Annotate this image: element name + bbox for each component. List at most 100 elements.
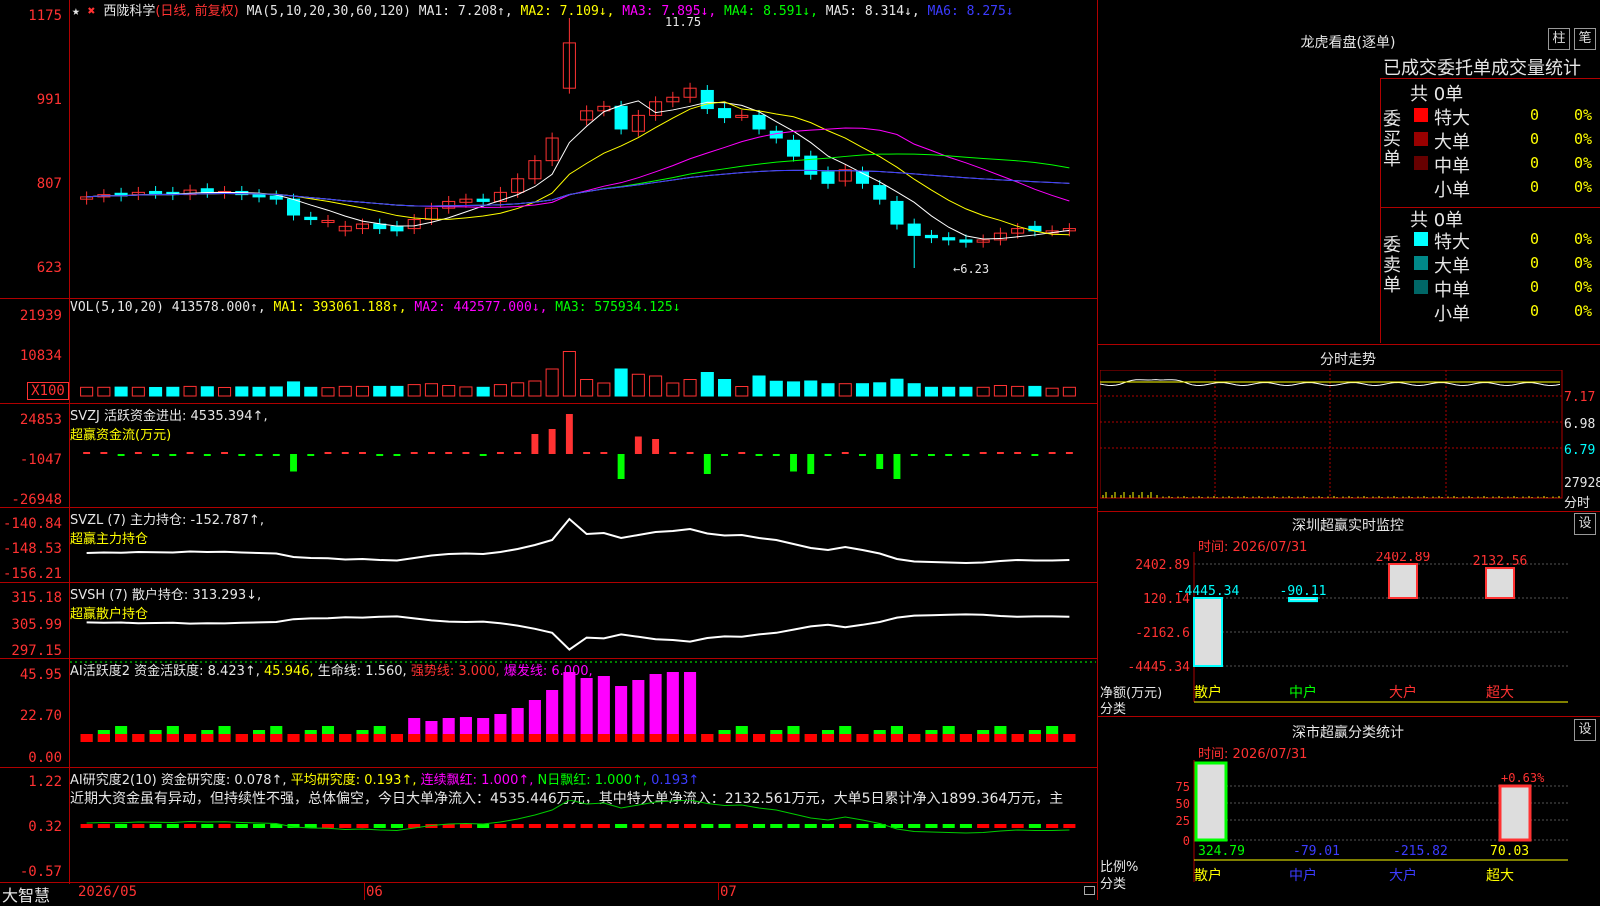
ai-research-ytick-1: 0.32 — [28, 819, 62, 835]
volume-bar — [407, 384, 421, 397]
order-percent: 0% — [1574, 302, 1593, 320]
ai-research-bar — [839, 824, 852, 828]
sz-tick-label: -4445.34 — [1127, 660, 1190, 675]
ai-research-bar — [546, 824, 559, 828]
ai-research-ytick-0: 1.22 — [28, 774, 62, 790]
high-price-label: 11.75 — [665, 15, 702, 29]
ai-research-bar — [166, 824, 179, 828]
svzj-bar — [117, 454, 125, 456]
svsh-line — [86, 613, 1070, 651]
lock-icon[interactable] — [1084, 886, 1095, 895]
brand-logo[interactable]: 大智慧 — [2, 882, 50, 906]
svzj-bar — [238, 454, 246, 456]
ai-life-bar — [701, 734, 714, 742]
ai-research-bar — [356, 824, 369, 828]
sm-category-label: 散户 — [1194, 867, 1222, 884]
volume-bar — [976, 386, 990, 397]
ai-research-bar — [615, 824, 628, 828]
volume-bar — [373, 385, 387, 397]
tick-view-button[interactable]: 笔 — [1574, 28, 1596, 50]
ma3-line — [86, 127, 1070, 208]
intraday-chart[interactable] — [1100, 370, 1600, 510]
ai-active-ytick-0: 45.95 — [19, 667, 62, 683]
dragon-title: 龙虎看盘(逐单) — [1300, 35, 1396, 51]
ai-research-bar — [511, 824, 524, 828]
svzj-bar — [341, 452, 349, 454]
order-type-label: 特大 — [1434, 232, 1470, 253]
volume-bar — [545, 368, 559, 397]
ai-research-bar — [597, 824, 610, 828]
candle-body — [890, 200, 904, 225]
intraday-tick-4: 分时 — [1564, 496, 1591, 511]
sep-ai-active — [0, 658, 1098, 659]
volume-bar — [666, 382, 680, 397]
volume-bar — [942, 386, 956, 397]
candle-body — [873, 185, 887, 200]
ai-life-bar — [253, 734, 266, 742]
sm-value-label: -79.01 — [1293, 844, 1340, 859]
sz-settings-button[interactable]: 设 — [1574, 513, 1596, 535]
svzj-bar — [669, 452, 677, 454]
volume-bar — [631, 373, 645, 397]
sm-settings-button[interactable]: 设 — [1574, 719, 1596, 741]
order-stats-tabs[interactable]: 已成交委托单成交量统计 — [1383, 54, 1581, 80]
main-ytick-3: 623 — [36, 260, 62, 276]
svzj-bar — [652, 439, 660, 454]
svzj-ytick-0: 24853 — [19, 412, 62, 428]
ai-research-bar — [459, 824, 472, 828]
ai-research-bar — [339, 824, 352, 828]
ai-research-bar — [321, 824, 335, 828]
sm-tick-label: 50 — [1176, 797, 1190, 811]
order-color-swatch — [1414, 156, 1428, 170]
ai-life-bar — [511, 734, 524, 742]
ai-research-bar — [666, 824, 679, 828]
intraday-title: 分时走势 — [1320, 352, 1376, 368]
ai-research-bar — [804, 824, 817, 828]
svzj-bar — [703, 454, 711, 474]
svzj-bar — [583, 452, 591, 454]
ai-research-bar — [390, 824, 403, 828]
order-color-swatch — [1414, 132, 1428, 146]
volume-bar — [131, 386, 145, 397]
svzj-chart — [83, 414, 1073, 479]
ai-life-bar — [1028, 734, 1041, 742]
ai-life-bar — [649, 734, 662, 742]
ai-life-bar — [1063, 734, 1076, 742]
volume-bar — [442, 385, 456, 397]
svzj-bar — [686, 452, 694, 454]
ai-life-bar — [425, 734, 438, 742]
bar-view-button[interactable]: 柱 — [1548, 28, 1570, 50]
ai-research-title: AI研究度2(10) 资金研究度: 0.078↑, — [70, 773, 287, 788]
volume-bar — [597, 382, 611, 397]
svzj-bar — [83, 452, 91, 454]
ai-research-bar — [684, 824, 697, 828]
svzj-bar — [462, 452, 470, 454]
volume-bar — [700, 372, 714, 397]
svzj-bar — [790, 454, 797, 472]
ai-life-bar — [839, 734, 852, 742]
ai-life-bar — [804, 734, 817, 742]
ma1-line — [86, 100, 1070, 240]
svzj-bar — [548, 429, 556, 454]
order-percent: 0% — [1574, 278, 1593, 296]
ai-life-bar — [149, 734, 162, 742]
svzj-bar — [876, 454, 884, 469]
ai-research-bar — [925, 824, 938, 828]
ai-life-bar — [287, 734, 300, 742]
candlestick-chart[interactable] — [70, 14, 1096, 296]
volume-bar — [338, 385, 352, 397]
vol-ytick-2[interactable]: X100 — [27, 382, 69, 400]
ai-life-bar — [442, 734, 455, 742]
x-tick-1 — [364, 882, 365, 900]
volume-bar — [390, 385, 404, 397]
svzj-bar — [565, 414, 573, 454]
main-chart-area[interactable]: ★ ✖ 西陇科学(日线, 前复权) MA(5,10,20,30,60,120) … — [0, 0, 1098, 905]
sz-bar — [1193, 597, 1223, 667]
ai-research-bar — [821, 824, 835, 828]
svsh-ytick-1: 305.99 — [11, 617, 62, 633]
ai-life-bar — [304, 734, 317, 742]
ai-life-bar — [735, 734, 748, 742]
ai-life-bar — [1011, 734, 1024, 742]
volume-bar — [235, 386, 249, 397]
sz-tick-label: -2162.6 — [1135, 626, 1190, 641]
